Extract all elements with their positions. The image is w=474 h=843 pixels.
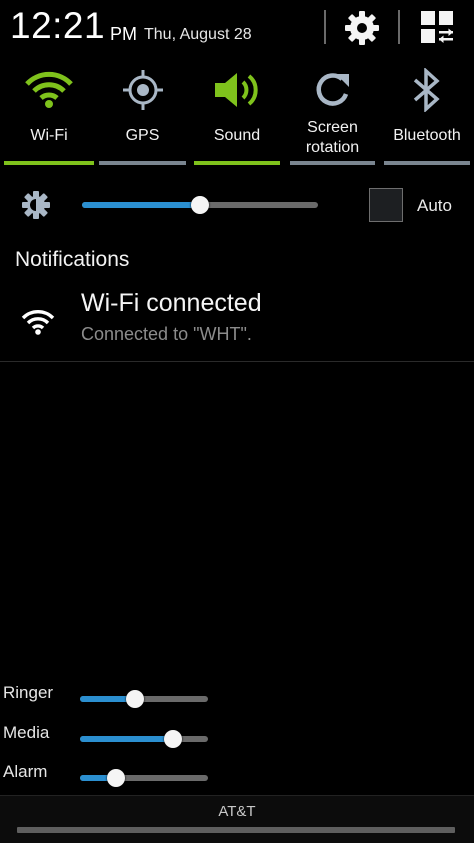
quick-panel-edit-button[interactable] <box>420 10 454 44</box>
volume-alarm-slider[interactable] <box>80 768 208 788</box>
header-divider <box>324 10 326 44</box>
volume-ringer-slider[interactable] <box>80 689 208 709</box>
toggle-bluetooth-label: Bluetooth <box>393 127 461 144</box>
wifi-icon <box>21 310 55 335</box>
toggle-screen-rotation-label-line1: Screen <box>307 119 358 136</box>
auto-brightness-label: Auto <box>417 196 452 215</box>
toggle-sound[interactable]: Sound <box>194 60 280 168</box>
rotation-icon <box>316 73 349 106</box>
toggle-screen-rotation-label: Screen rotation <box>284 118 381 158</box>
clock-ampm: PM <box>110 24 137 44</box>
sound-icon <box>215 73 258 107</box>
volume-media-thumb[interactable] <box>164 730 182 748</box>
volume-alarm-thumb[interactable] <box>107 769 125 787</box>
toggle-sound-indicator <box>194 161 280 165</box>
brightness-slider[interactable] <box>82 190 318 220</box>
auto-brightness-checkbox[interactable] <box>369 188 403 222</box>
brightness-icon-wrap <box>21 190 51 225</box>
notification-title: Wi-Fi connected <box>81 289 262 317</box>
volume-ringer-track <box>80 696 208 702</box>
volume-media-track <box>80 736 208 742</box>
volume-alarm-label: Alarm <box>3 762 48 781</box>
toggle-screen-rotation-indicator <box>290 161 375 165</box>
clock-date: Thu, August 28 <box>144 26 252 43</box>
toggle-screen-rotation[interactable]: Screen rotation <box>290 60 375 168</box>
notification-subtitle: Connected to "WHT". <box>81 324 252 344</box>
carrier-label: AT&T <box>218 803 256 820</box>
bluetooth-icon <box>413 68 440 112</box>
volume-media-fill <box>80 736 174 742</box>
settings-button[interactable] <box>343 9 381 47</box>
brightness-slider-fill <box>82 202 200 208</box>
panel-drag-handle[interactable] <box>17 827 455 833</box>
header-divider <box>398 10 400 44</box>
notifications-header: Notifications <box>15 248 130 271</box>
volume-media-label: Media <box>3 723 50 742</box>
toggle-gps-label: GPS <box>125 127 160 144</box>
toggle-gps-indicator <box>99 161 186 165</box>
toggle-wifi-indicator <box>4 161 94 165</box>
toggle-bluetooth-indicator <box>384 161 470 165</box>
wifi-icon <box>25 71 73 108</box>
volume-media-slider[interactable] <box>80 729 208 749</box>
notification-divider <box>0 361 474 362</box>
toggle-gps[interactable]: GPS <box>99 60 186 168</box>
volume-ringer-thumb[interactable] <box>126 690 144 708</box>
toggle-screen-rotation-label-line2: rotation <box>305 139 360 156</box>
brightness-slider-thumb[interactable] <box>191 196 209 214</box>
gps-icon <box>122 70 163 110</box>
notification-icon-wrap <box>21 308 55 341</box>
toggle-wifi-label: Wi-Fi <box>30 127 68 144</box>
volume-ringer-label: Ringer <box>3 683 54 702</box>
clock-time: 12:21 <box>10 5 106 46</box>
toggle-sound-label: Sound <box>213 127 261 144</box>
volume-alarm-track <box>80 775 208 781</box>
gear-icon <box>345 11 379 45</box>
brightness-icon <box>22 191 50 219</box>
grid-edit-icon <box>421 11 453 43</box>
toggle-wifi[interactable]: Wi-Fi <box>4 60 94 168</box>
toggle-bluetooth[interactable]: Bluetooth <box>384 60 470 168</box>
